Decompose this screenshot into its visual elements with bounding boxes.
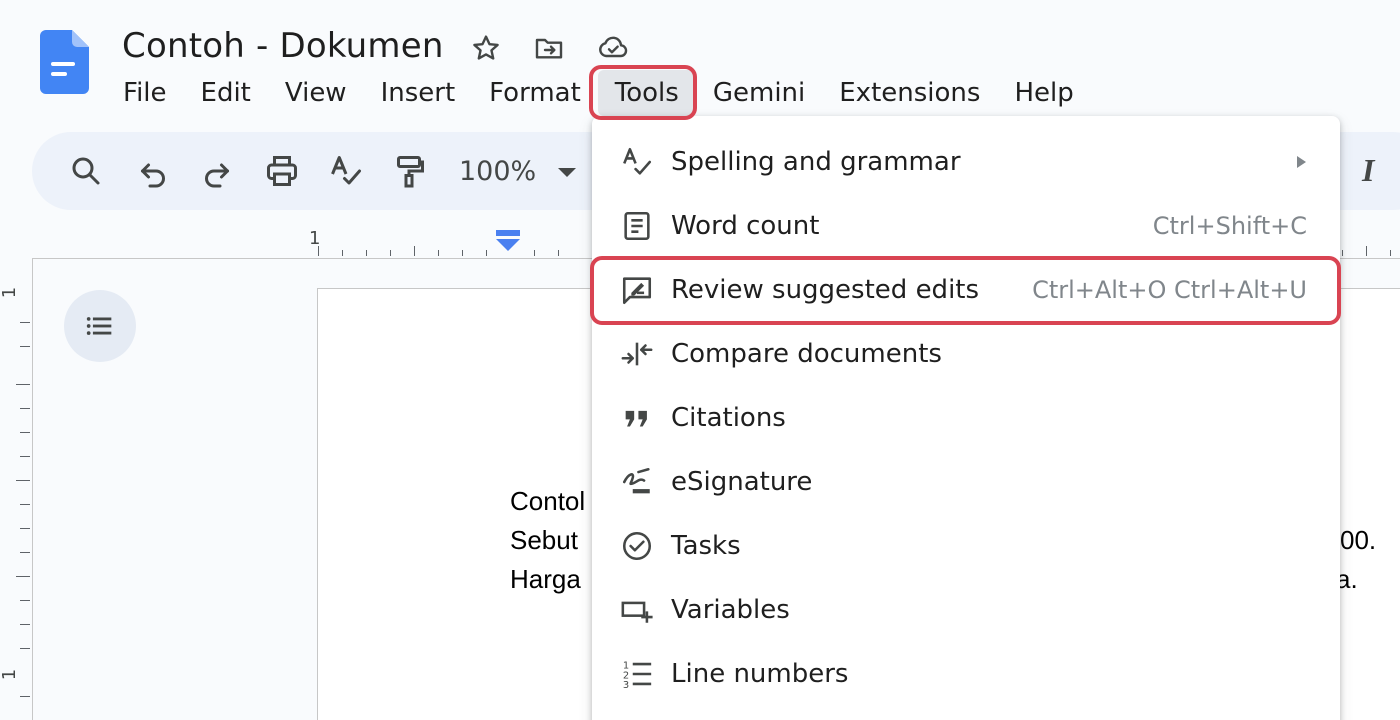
ruler-tick [1390,250,1391,256]
ruler-tick [20,696,30,697]
menu-item-shortcut: Ctrl+Alt+O Ctrl+Alt+U [1032,276,1307,304]
tools-menu-dropdown: Spelling and grammar Word count Ctrl+Shi… [592,116,1340,720]
search-menus-icon[interactable] [68,153,104,189]
ruler-tick [20,528,30,529]
menu-item-label: Review suggested edits [671,275,980,305]
ruler-tick [366,250,367,256]
menu-insert[interactable]: Insert [364,70,473,116]
indent-marker-icon[interactable] [496,230,520,252]
menu-item-line-numbers[interactable]: 1 2 3 Line numbers [592,642,1340,706]
menu-item-esignature[interactable]: eSignature [592,450,1340,514]
cloud-saved-icon[interactable] [597,32,629,64]
menu-format[interactable]: Format [472,70,598,116]
document-text-line[interactable]: Harga [510,564,581,595]
print-icon[interactable] [264,153,300,189]
menu-help[interactable]: Help [997,70,1090,116]
ruler-tick [558,250,559,256]
menu-item-label: Variables [671,595,790,625]
ruler-tick [390,250,391,256]
star-icon[interactable] [470,32,502,64]
ruler-tick [342,250,343,256]
line-numbers-icon: 1 2 3 [623,660,652,691]
ruler-tick [534,250,535,256]
document-title[interactable]: Contoh - Dokumen [122,26,444,66]
ruler-tick [20,322,30,323]
ruler-tick [414,246,415,256]
menu-item-label: Spelling and grammar [671,147,961,177]
ruler-tick [20,432,30,433]
ruler-tick [1342,250,1343,256]
menu-edit[interactable]: Edit [184,70,268,116]
spelling-icon [623,147,652,175]
menu-view[interactable]: View [268,70,364,116]
menu-item-shortcut: Ctrl+Shift+C [1152,212,1307,240]
menu-item-label: eSignature [671,467,813,497]
menu-item-label: Line numbers [671,659,849,689]
ruler-tick [20,504,30,505]
ruler-tick [462,250,463,256]
ruler-tick [16,384,30,385]
menu-item-review-suggested-edits[interactable]: Review suggested edits Ctrl+Alt+O Ctrl+A… [592,258,1340,322]
ruler-tick [20,456,30,457]
menu-file[interactable]: File [106,70,184,116]
variables-icon [621,601,653,623]
menu-item-label: Tasks [671,531,741,561]
ruler-tick [20,408,30,409]
menu-bar: File Edit View Insert Format Tools Gemin… [106,68,1091,118]
menu-item-label: Citations [671,403,786,433]
ruler-tick [16,480,30,481]
menu-item-label: Compare documents [671,339,942,369]
menu-item-compare-documents[interactable]: Compare documents [592,322,1340,386]
spellcheck-icon[interactable] [328,153,364,189]
menu-tools[interactable]: Tools [597,70,696,116]
ruler-number: 1 [0,286,21,299]
menu-item-variables[interactable]: Variables [592,578,1340,642]
ruler-tick [1366,246,1367,256]
ruler-number: 1 [0,668,21,681]
undo-icon[interactable] [135,153,171,189]
chevron-down-icon[interactable] [558,168,576,177]
italic-button[interactable]: I [1362,152,1374,189]
svg-text:3: 3 [623,680,629,691]
ruler-tick [20,346,30,347]
check-circle-icon [622,531,652,561]
menu-extensions[interactable]: Extensions [822,70,997,116]
document-outline-button[interactable] [64,290,136,362]
menu-item-label: Word count [671,211,820,241]
paint-format-icon[interactable] [391,153,427,189]
signature-icon [622,467,650,494]
review-edits-icon [622,277,652,305]
menu-item-tasks[interactable]: Tasks [592,514,1340,578]
ruler-tick [20,600,30,601]
menu-gemini[interactable]: Gemini [696,70,822,116]
document-text-line[interactable]: Sebut [510,525,578,556]
submenu-arrow-icon [1297,156,1306,168]
outline-list-icon [86,317,112,335]
document-text-line[interactable]: Contol [510,486,585,517]
word-count-icon [624,211,650,241]
ruler-tick [486,250,487,256]
menu-item-citations[interactable]: Citations [592,386,1340,450]
document-text-tail[interactable]: 00. [1340,525,1376,556]
ruler-tick [20,552,30,553]
zoom-select[interactable]: 100% [459,156,536,187]
ruler-tick [16,576,30,577]
redo-icon[interactable] [199,153,235,189]
ruler-tick [438,250,439,256]
ruler-tick [20,624,30,625]
quote-icon [625,410,647,427]
ruler-tick [20,648,30,649]
menu-item-word-count[interactable]: Word count Ctrl+Shift+C [592,194,1340,258]
vertical-ruler [0,258,32,720]
ruler-tick [318,246,319,256]
menu-item-spelling-grammar[interactable]: Spelling and grammar [592,130,1340,194]
google-docs-logo-icon[interactable] [40,30,89,94]
compare-icon [621,342,653,366]
move-folder-icon[interactable] [533,32,565,64]
